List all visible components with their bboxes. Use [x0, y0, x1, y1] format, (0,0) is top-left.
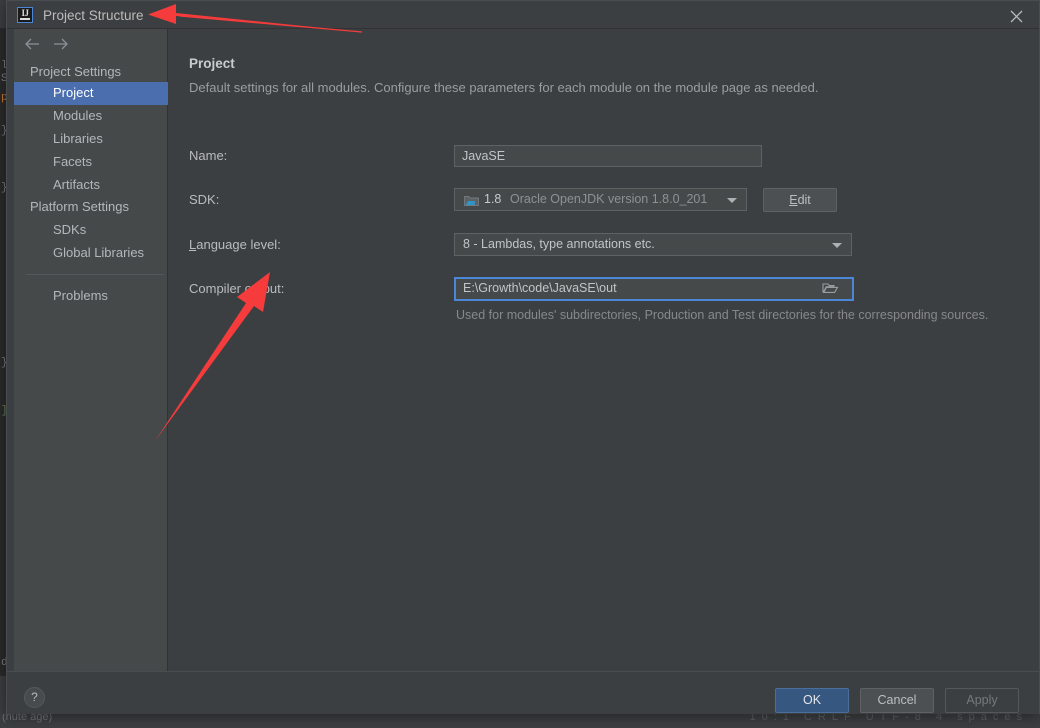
folder-open-icon[interactable] — [822, 281, 850, 297]
apply-button: Apply — [945, 688, 1019, 713]
sidebar-item-label: Artifacts — [53, 177, 100, 192]
compiler-output-input[interactable]: E:\Growth\code\JavaSE\out — [454, 277, 854, 301]
compiler-output-hint: Used for modules' subdirectories, Produc… — [456, 308, 989, 322]
compiler-output-label: Compiler output: — [189, 281, 285, 296]
sidebar-item-problems[interactable]: Problems — [14, 285, 168, 308]
edit-sdk-button[interactable]: Edit — [763, 188, 837, 212]
sidebar-item-facets[interactable]: Facets — [14, 151, 168, 174]
sidebar-nav-bar — [14, 29, 167, 59]
sidebar-group-platform-settings: Platform Settings — [30, 199, 129, 214]
ide-status-bar: (nute age) 10:1 CRLF UTF-8 4 spaces — [0, 714, 1040, 728]
app-icon-glyph: IJ — [21, 8, 29, 18]
language-level-value: 8 - Lambdas, type annotations etc. — [463, 237, 655, 251]
sidebar-item-label: Project — [53, 85, 94, 100]
arrow-left-icon[interactable] — [23, 36, 45, 54]
dialog-footer: ? OK Cancel Apply — [7, 671, 1039, 714]
jdk-folder-icon — [464, 194, 479, 206]
settings-sidebar: Project Settings Project Modules Librari… — [14, 29, 168, 671]
language-level-label-rest: anguage level: — [196, 237, 281, 252]
dialog-title: Project Structure — [43, 8, 144, 23]
close-icon[interactable] — [994, 1, 1039, 29]
sidebar-item-label: Facets — [53, 154, 93, 169]
edit-button-label-rest: dit — [797, 193, 811, 207]
dialog-titlebar: IJ Project Structure — [7, 1, 1039, 29]
sdk-description: Oracle OpenJDK version 1.8.0_201 — [510, 192, 708, 206]
sidebar-divider — [26, 274, 164, 275]
intellij-idea-icon: IJ — [17, 7, 33, 23]
sidebar-item-global-libraries[interactable]: Global Libraries — [14, 242, 168, 265]
project-settings-panel: Project Default settings for all modules… — [168, 29, 1034, 671]
sdk-label: SDK: — [189, 192, 220, 207]
edit-button-mnemonic: E — [789, 193, 798, 207]
ide-status-right-text: 10:1 CRLF UTF-8 4 spaces — [749, 714, 1028, 723]
sidebar-item-label: Libraries — [53, 131, 103, 146]
compiler-output-value: E:\Growth\code\JavaSE\out — [463, 281, 617, 295]
name-label: Name: — [189, 148, 228, 163]
chevron-down-icon — [832, 243, 842, 248]
sdk-combobox[interactable]: 1.8 Oracle OpenJDK version 1.8.0_201 — [454, 188, 747, 211]
sidebar-item-sdks[interactable]: SDKs — [14, 219, 168, 242]
ide-status-left-text: (nute age) — [2, 714, 53, 723]
sidebar-item-label: SDKs — [53, 222, 87, 237]
sidebar-group-project-settings: Project Settings — [30, 64, 122, 79]
arrow-right-icon[interactable] — [50, 36, 72, 54]
question-mark-icon[interactable]: ? — [24, 687, 45, 708]
sidebar-item-artifacts[interactable]: Artifacts — [14, 174, 168, 197]
sidebar-item-modules[interactable]: Modules — [14, 105, 168, 128]
sidebar-item-libraries[interactable]: Libraries — [14, 128, 168, 151]
sdk-version-number: 1.8 — [484, 192, 502, 206]
chevron-down-icon — [727, 198, 737, 203]
language-level-combobox[interactable]: 8 - Lambdas, type annotations etc. — [454, 233, 852, 256]
language-level-label: Language level: — [189, 237, 281, 252]
page-title: Project — [189, 56, 235, 71]
sidebar-item-label: Modules — [53, 108, 103, 123]
ok-button[interactable]: OK — [775, 688, 849, 713]
project-structure-dialog: IJ Project Structure Project Settings Pr… — [6, 0, 1040, 714]
cancel-button[interactable]: Cancel — [860, 688, 934, 713]
sidebar-item-project[interactable]: Project — [14, 82, 168, 105]
sidebar-item-label: Global Libraries — [53, 245, 145, 260]
sidebar-item-label: Problems — [53, 288, 108, 303]
page-description: Default settings for all modules. Config… — [189, 80, 819, 95]
project-name-input[interactable]: JavaSE — [454, 145, 762, 167]
